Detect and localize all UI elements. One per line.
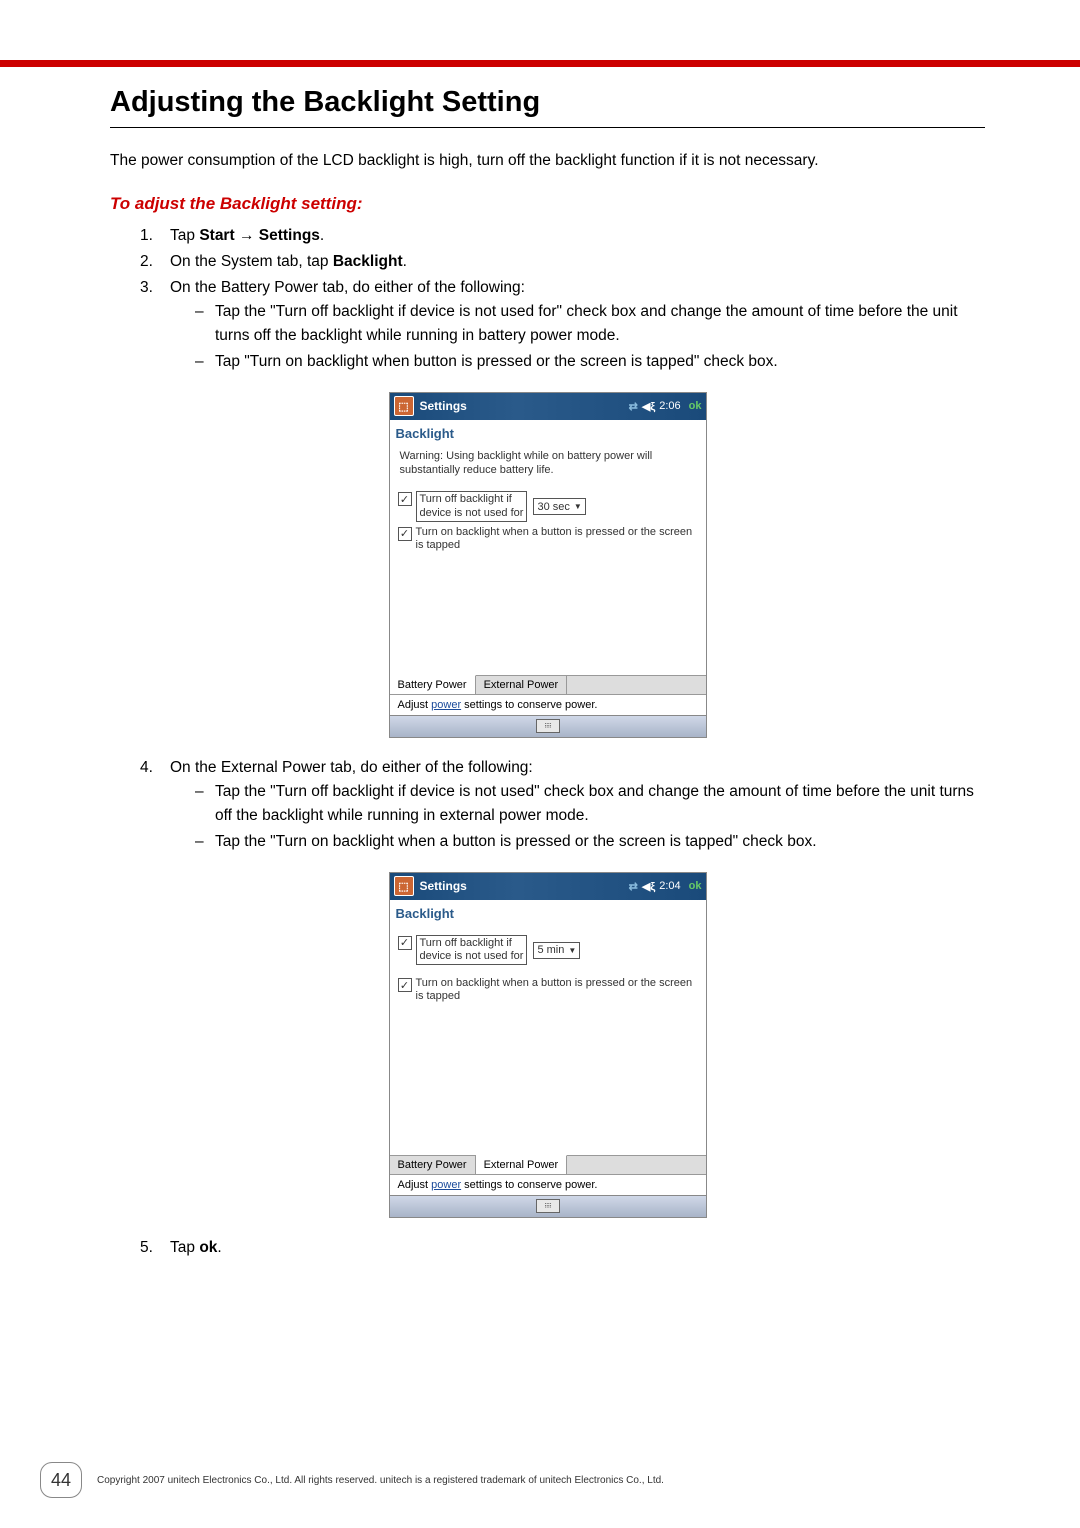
panel-title: Backlight [390, 900, 706, 925]
window-title: Settings [420, 879, 467, 893]
header-rule [0, 60, 1080, 67]
chk1-line2: device is not used for [420, 507, 524, 519]
footer-link-row: Adjust power settings to conserve power. [390, 694, 706, 715]
step4-bullet1: Tap the "Turn off backlight if device is… [195, 780, 985, 828]
dropdown-value: 30 sec [537, 501, 569, 513]
start-icon[interactable]: ⬚ [394, 876, 414, 896]
window-title: Settings [420, 399, 467, 413]
step5-prefix: Tap [170, 1239, 199, 1256]
page-footer: 44 Copyright 2007 unitech Electronics Co… [0, 1462, 1080, 1498]
checkbox-turnoff-row: ✓ Turn off backlight if device is not us… [398, 491, 698, 521]
step4-bullets: Tap the "Turn off backlight if device is… [170, 780, 985, 854]
keyboard-icon[interactable]: ⠿⠿ [536, 719, 560, 733]
step-1: Tap Start → Settings. [140, 224, 985, 248]
step-4: On the External Power tab, do either of … [140, 756, 985, 854]
tab-battery-power[interactable]: Battery Power [390, 1156, 476, 1174]
checkbox-turnon[interactable]: ✓ [398, 978, 412, 992]
steps-list: Tap Start → Settings. On the System tab,… [110, 224, 985, 374]
step-3: On the Battery Power tab, do either of t… [140, 276, 985, 374]
sip-bar: ⠿⠿ [390, 1195, 706, 1217]
titlebar: ⬚ Settings ⇄ ◀ξ 2:04 ok [390, 873, 706, 900]
steps-list-final: Tap ok. [110, 1236, 985, 1260]
timeout-dropdown[interactable]: 5 min ▼ [533, 942, 580, 959]
checkbox-turnon[interactable]: ✓ [398, 527, 412, 541]
intro-paragraph: The power consumption of the LCD backlig… [110, 150, 985, 172]
footer-post: settings to conserve power. [461, 699, 597, 711]
step-2: On the System tab, tap Backlight. [140, 250, 985, 274]
copyright-text: Copyright 2007 unitech Electronics Co., … [97, 1475, 985, 1486]
tabs-row: Battery Power External Power [390, 675, 706, 694]
step1-settings: Settings [259, 227, 320, 244]
steps-list-continued: On the External Power tab, do either of … [110, 756, 985, 854]
footer-post: settings to conserve power. [461, 1179, 597, 1191]
step4-text: On the External Power tab, do either of … [170, 759, 533, 776]
ok-button[interactable]: ok [689, 880, 702, 892]
checkbox-turnoff[interactable]: ✓ [398, 492, 412, 506]
step1-start: Start [199, 227, 234, 244]
step2-backlight: Backlight [333, 253, 403, 270]
step5-ok: ok [199, 1239, 217, 1256]
chk1-line1: Turn off backlight if [420, 493, 512, 505]
step1-prefix: Tap [170, 227, 199, 244]
subheading: To adjust the Backlight setting: [110, 194, 985, 214]
chk1-line2: device is not used for [420, 950, 524, 962]
checkbox-turnon-row: ✓ Turn on backlight when a button is pre… [398, 526, 698, 552]
footer-pre: Adjust [398, 699, 432, 711]
screenshot-battery-power: ⬚ Settings ⇄ ◀ξ 2:06 ok Backlight Warnin… [389, 392, 707, 738]
sound-icon[interactable]: ◀ξ [642, 400, 655, 413]
screenshot-external-power: ⬚ Settings ⇄ ◀ξ 2:04 ok Backlight ✓ Turn… [389, 872, 707, 1218]
tab-external-power[interactable]: External Power [476, 1155, 568, 1174]
page-number: 44 [40, 1462, 82, 1498]
signal-icon[interactable]: ⇄ [629, 880, 638, 893]
tabs-row: Battery Power External Power [390, 1155, 706, 1174]
page-heading: Adjusting the Backlight Setting [110, 86, 985, 128]
step1-suffix: . [320, 227, 324, 244]
warning-text: Warning: Using backlight while on batter… [398, 449, 698, 478]
step3-bullet1: Tap the "Turn off backlight if device is… [195, 300, 985, 348]
checkbox-turnon-label: Turn on backlight when a button is press… [416, 977, 698, 1003]
tray-icons: ⇄ ◀ξ 2:06 ok [629, 400, 702, 413]
chevron-down-icon: ▼ [568, 946, 576, 955]
step4-bullet2: Tap the "Turn on backlight when a button… [195, 830, 985, 854]
tab-external-power[interactable]: External Power [476, 676, 568, 694]
step3-bullet2: Tap "Turn on backlight when button is pr… [195, 350, 985, 374]
checkbox-turnoff-row: ✓ Turn off backlight if device is not us… [398, 935, 698, 965]
chk1-line1: Turn off backlight if [420, 937, 512, 949]
dropdown-value: 5 min [537, 944, 564, 956]
titlebar: ⬚ Settings ⇄ ◀ξ 2:06 ok [390, 393, 706, 420]
tab-battery-power[interactable]: Battery Power [390, 675, 476, 694]
tray-icons: ⇄ ◀ξ 2:04 ok [629, 880, 702, 893]
chevron-down-icon: ▼ [574, 502, 582, 511]
power-link[interactable]: power [431, 1179, 461, 1191]
checkbox-turnoff-label: Turn off backlight if device is not used… [416, 935, 528, 965]
checkbox-turnon-row: ✓ Turn on backlight when a button is pre… [398, 977, 698, 1003]
checkbox-turnon-label: Turn on backlight when a button is press… [416, 526, 698, 552]
clock-text: 2:06 [659, 400, 680, 412]
step5-suffix: . [217, 1239, 221, 1256]
checkbox-turnoff-label: Turn off backlight if device is not used… [416, 491, 528, 521]
step3-bullets: Tap the "Turn off backlight if device is… [170, 300, 985, 374]
start-icon[interactable]: ⬚ [394, 396, 414, 416]
checkbox-turnoff[interactable]: ✓ [398, 936, 412, 950]
timeout-dropdown[interactable]: 30 sec ▼ [533, 498, 585, 515]
keyboard-icon[interactable]: ⠿⠿ [536, 1199, 560, 1213]
power-link[interactable]: power [431, 699, 461, 711]
page-content: Adjusting the Backlight Setting The powe… [110, 60, 985, 1260]
signal-icon[interactable]: ⇄ [629, 400, 638, 413]
panel-title: Backlight [390, 420, 706, 445]
sound-icon[interactable]: ◀ξ [642, 880, 655, 893]
step-5: Tap ok. [140, 1236, 985, 1260]
step1-arrow: → [235, 227, 259, 244]
sip-bar: ⠿⠿ [390, 715, 706, 737]
footer-link-row: Adjust power settings to conserve power. [390, 1174, 706, 1195]
footer-pre: Adjust [398, 1179, 432, 1191]
settings-body: ✓ Turn off backlight if device is not us… [390, 925, 706, 1155]
step2-prefix: On the System tab, tap [170, 253, 333, 270]
ok-button[interactable]: ok [689, 400, 702, 412]
step3-text: On the Battery Power tab, do either of t… [170, 279, 525, 296]
step2-suffix: . [403, 253, 407, 270]
settings-body: Warning: Using backlight while on batter… [390, 445, 706, 675]
clock-text: 2:04 [659, 880, 680, 892]
